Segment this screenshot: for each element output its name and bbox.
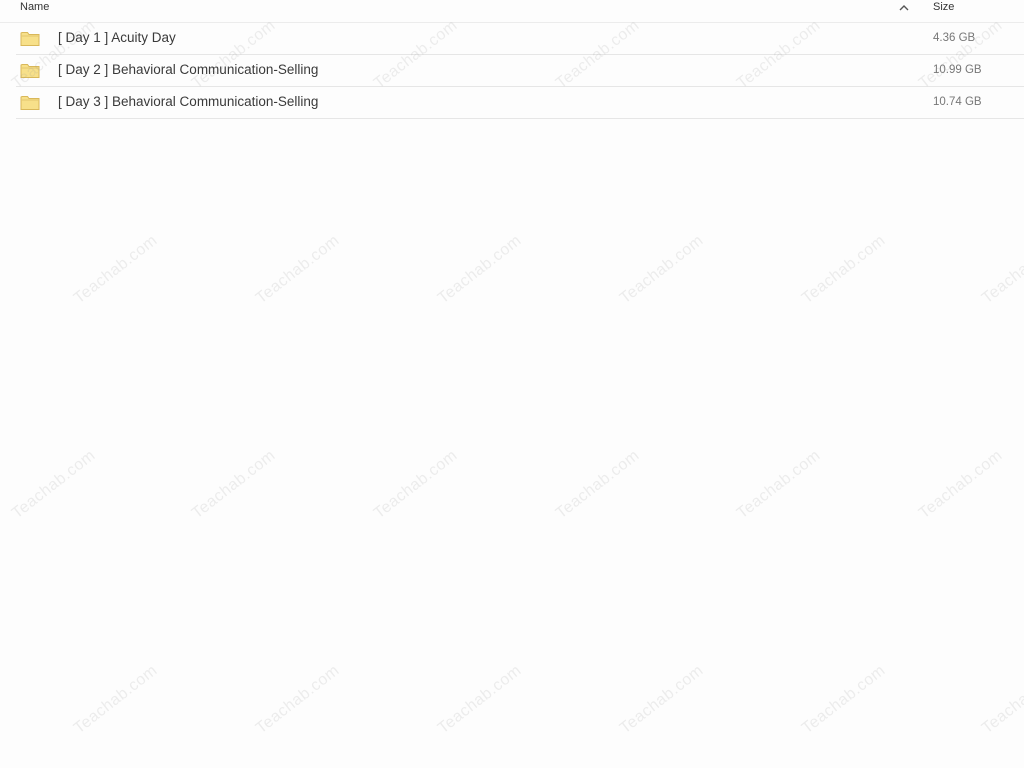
- watermark-text: Teachab.com: [252, 231, 343, 308]
- watermark-text: Teachab.com: [733, 446, 824, 523]
- watermark-text: Teachab.com: [188, 446, 279, 523]
- chevron-up-icon[interactable]: [897, 1, 911, 15]
- list-item[interactable]: [ Day 1 ] Acuity Day 4.36 GB: [16, 23, 1024, 55]
- list-header: Name Size: [0, 0, 1024, 23]
- watermark-text: Teachab.com: [616, 231, 707, 308]
- watermark-text: Teachab.com: [434, 231, 525, 308]
- name-column-header[interactable]: Name: [20, 1, 49, 13]
- file-browser: Name Size [ Day 1 ] Acuity Day 4.36 GB […: [0, 0, 1024, 768]
- list-item[interactable]: [ Day 3 ] Behavioral Communication-Selli…: [16, 87, 1024, 119]
- watermark-text: Teachab.com: [798, 661, 889, 738]
- watermark-text: Teachab.com: [70, 661, 161, 738]
- watermark-text: Teachab.com: [798, 231, 889, 308]
- file-name[interactable]: [ Day 3 ] Behavioral Communication-Selli…: [58, 94, 318, 109]
- file-name[interactable]: [ Day 1 ] Acuity Day: [58, 30, 176, 45]
- file-size: 10.74 GB: [933, 96, 982, 108]
- watermark-text: Teachab.com: [552, 446, 643, 523]
- folder-icon: [20, 64, 40, 78]
- size-column-header[interactable]: Size: [933, 1, 954, 13]
- watermark-text: Teachab.com: [978, 661, 1024, 738]
- watermark-text: Teachab.com: [70, 231, 161, 308]
- list-item[interactable]: [ Day 2 ] Behavioral Communication-Selli…: [16, 55, 1024, 87]
- watermark-text: Teachab.com: [915, 446, 1006, 523]
- watermark-text: Teachab.com: [616, 661, 707, 738]
- file-size: 4.36 GB: [933, 32, 976, 44]
- watermark-text: Teachab.com: [434, 661, 525, 738]
- file-size: 10.99 GB: [933, 64, 982, 76]
- file-name[interactable]: [ Day 2 ] Behavioral Communication-Selli…: [58, 62, 318, 77]
- watermark-text: Teachab.com: [370, 446, 461, 523]
- file-list: [ Day 1 ] Acuity Day 4.36 GB [ Day 2 ] B…: [16, 23, 1024, 119]
- watermark-text: Teachab.com: [978, 231, 1024, 308]
- watermark-text: Teachab.com: [8, 446, 99, 523]
- folder-icon: [20, 96, 40, 110]
- watermark-text: Teachab.com: [252, 661, 343, 738]
- folder-icon: [20, 32, 40, 46]
